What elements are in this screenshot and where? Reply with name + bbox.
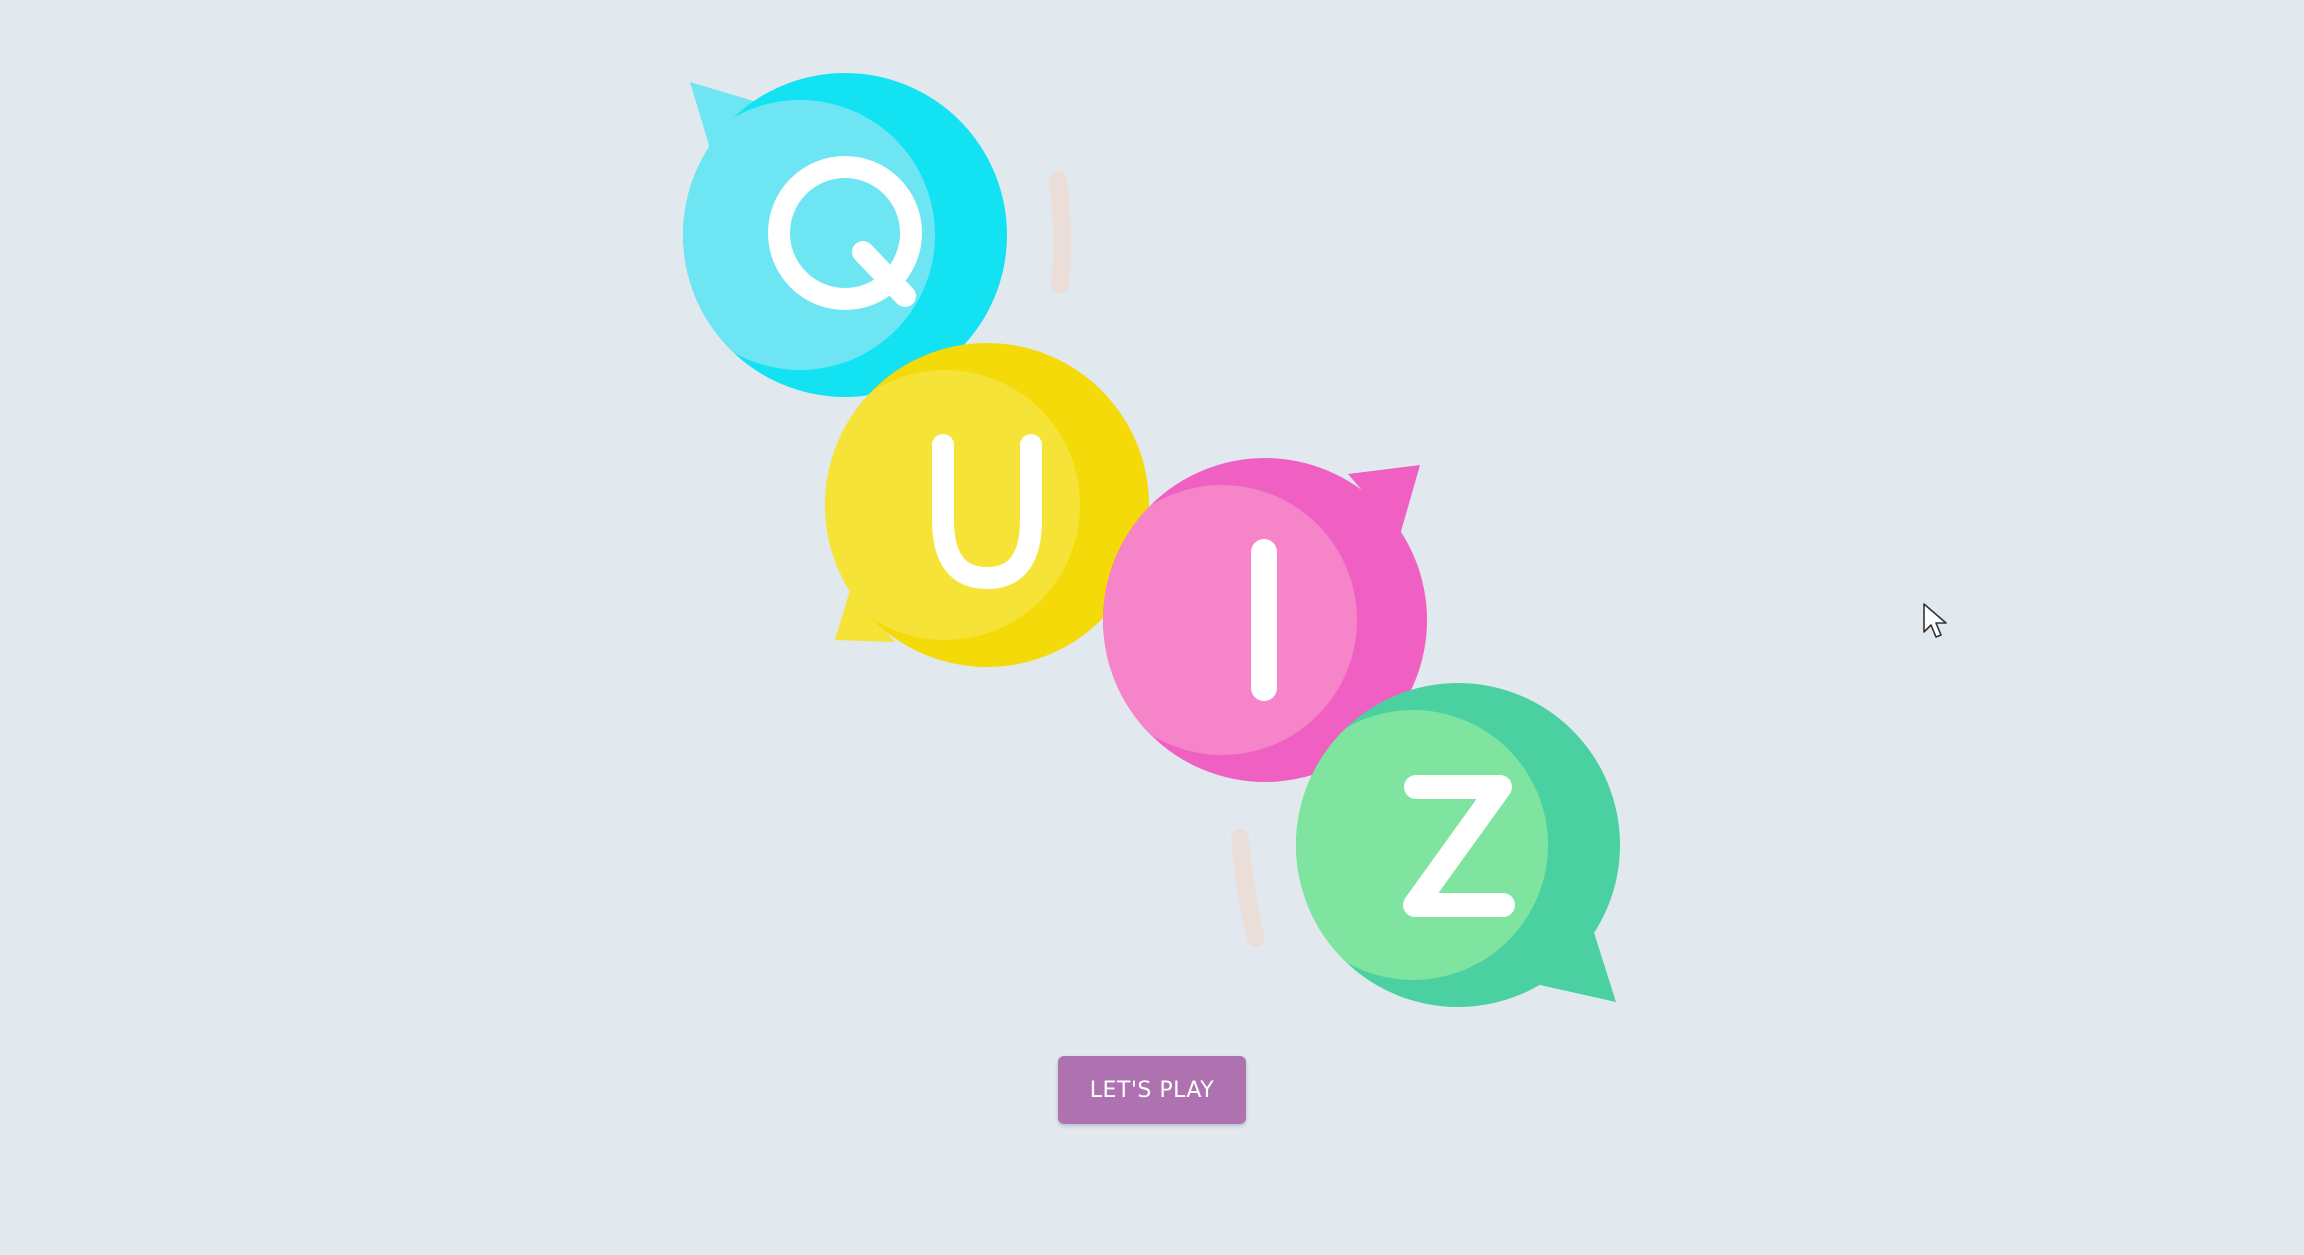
- lets-play-button[interactable]: LET'S PLAY: [1058, 1056, 1246, 1124]
- decorative-stroke-top: [1049, 171, 1072, 294]
- mouse-pointer-icon: [1923, 603, 1947, 638]
- quiz-start-screen: Q U I Z LET'S PLAY: [0, 0, 2304, 1255]
- decorative-stroke-bottom: [1231, 829, 1265, 947]
